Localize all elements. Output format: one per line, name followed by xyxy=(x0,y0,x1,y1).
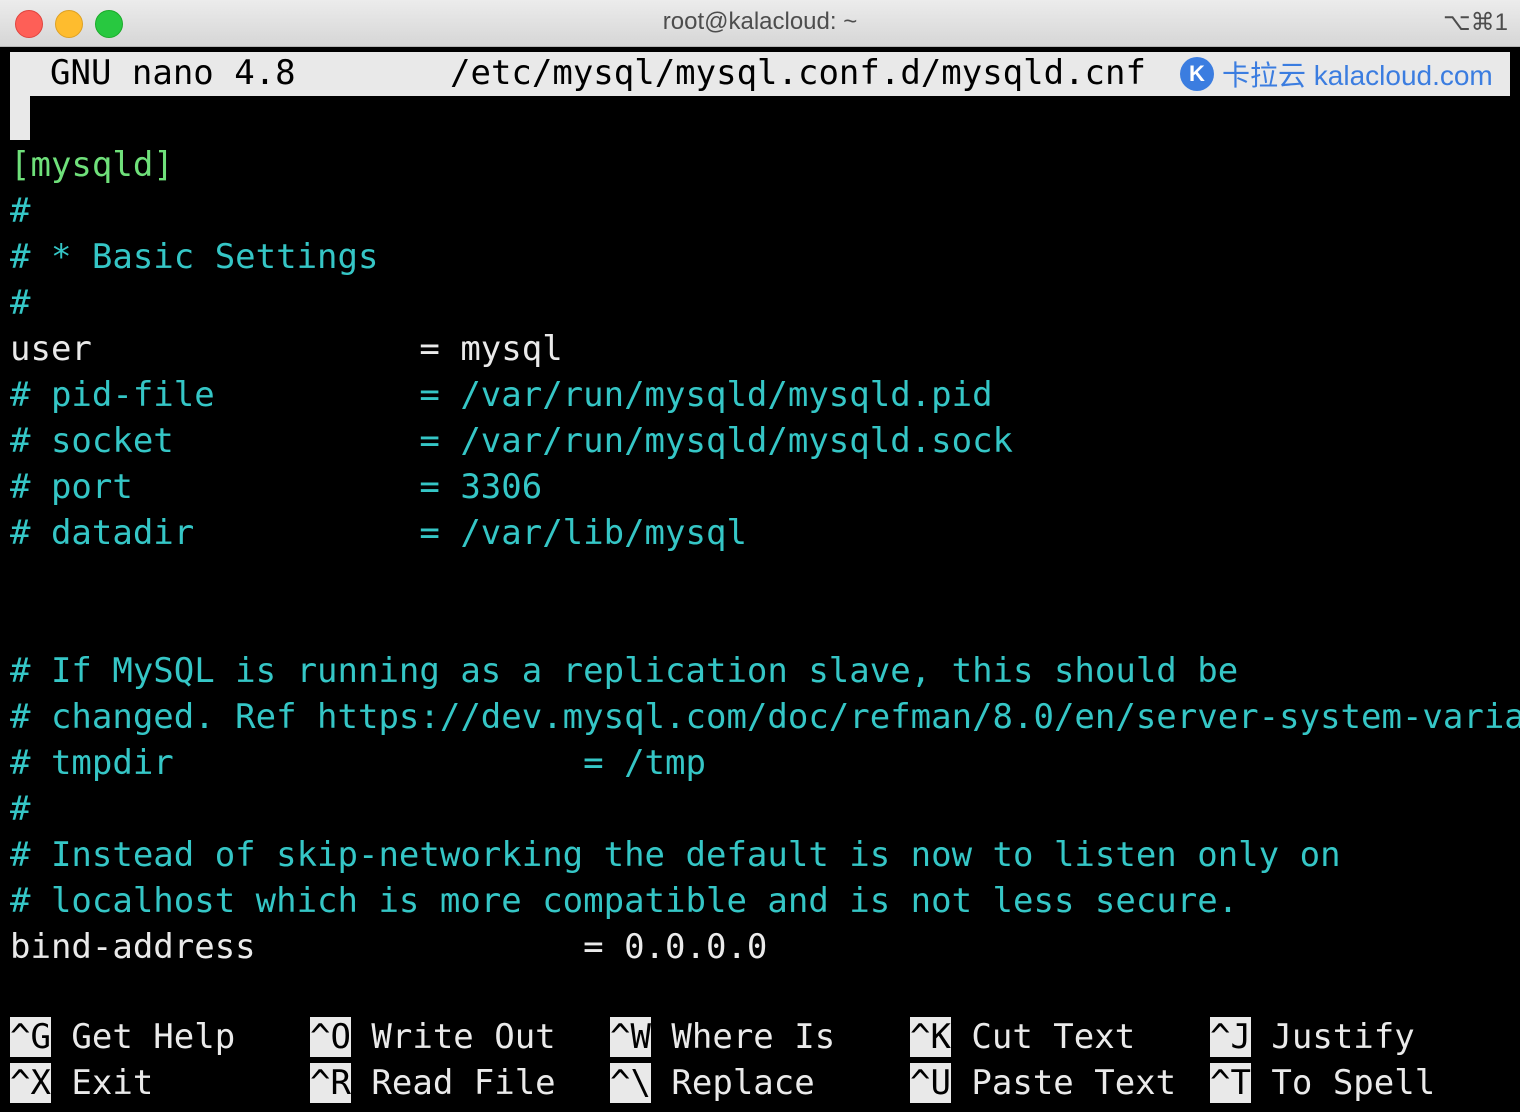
shortcut-item: ^U Paste Text xyxy=(910,1060,1176,1106)
watermark-text: 卡拉云 kalacloud.com xyxy=(1222,60,1493,91)
terminal-content[interactable]: GNU nano 4.8 /etc/mysql/mysql.conf.d/mys… xyxy=(10,52,1520,1108)
line-text: # datadir = /var/lib/mysql xyxy=(10,513,747,553)
line-text: [mysqld] xyxy=(10,145,174,185)
line-text: # port = 3306 xyxy=(10,467,543,507)
shortcut-label: Paste Text xyxy=(950,1063,1177,1103)
shortcut-item: ^O Write Out xyxy=(310,1014,556,1060)
editor-line[interactable]: # datadir = /var/lib/mysql xyxy=(10,510,747,556)
line-text: # Instead of skip-networking the default… xyxy=(10,835,1341,875)
line-text: # changed. Ref https://dev.mysql.com/doc… xyxy=(10,697,1520,737)
line-text: # pid-file = /var/run/mysqld/mysqld.pid xyxy=(10,375,993,415)
shortcut-item: ^W Where Is xyxy=(610,1014,835,1060)
shortcut-label: Read File xyxy=(350,1063,556,1103)
shortcut-item: ^J Justify xyxy=(1210,1014,1415,1060)
line-text: # tmpdir = /tmp xyxy=(10,743,706,783)
nano-version: GNU nano 4.8 xyxy=(50,53,296,93)
line-text: # xyxy=(10,283,31,323)
line-text: # localhost which is more compatible and… xyxy=(10,881,1239,921)
editor-line[interactable]: # xyxy=(10,280,30,326)
editor-line[interactable]: user = mysql xyxy=(10,326,563,372)
shortcut-item: ^K Cut Text xyxy=(910,1014,1135,1060)
shortcut-item: ^\ Replace xyxy=(610,1060,815,1106)
line-text: bind-address = 0.0.0.0 xyxy=(10,927,768,967)
shortcut-key: ^W xyxy=(610,1017,651,1057)
shortcut-label: Write Out xyxy=(350,1017,556,1057)
file-path: /etc/mysql/mysql.conf.d/mysqld.cnf xyxy=(450,53,1146,93)
shortcut-item: ^T To Spell xyxy=(1210,1060,1435,1106)
shortcut-key: ^X xyxy=(10,1063,51,1103)
shortcut-label: Replace xyxy=(650,1063,815,1103)
shortcut-key: ^O xyxy=(310,1017,351,1057)
terminal-window: root@kalacloud: ~ ⌥⌘1 GNU nano 4.8 /etc/… xyxy=(0,0,1520,1112)
editor-line[interactable]: bind-address = 0.0.0.0 xyxy=(10,924,767,970)
shortcut-label: Cut Text xyxy=(950,1017,1136,1057)
line-text: # If MySQL is running as a replication s… xyxy=(10,651,1239,691)
shortcut-item: ^R Read File xyxy=(310,1060,556,1106)
kalacloud-logo-icon: K xyxy=(1180,57,1214,91)
shortcut-key: ^G xyxy=(10,1017,51,1057)
text-cursor xyxy=(10,96,30,140)
title-bar[interactable]: root@kalacloud: ~ ⌥⌘1 xyxy=(0,0,1520,47)
editor-line[interactable]: # If MySQL is running as a replication s… xyxy=(10,648,1238,694)
watermark: K 卡拉云 kalacloud.com xyxy=(1180,56,1493,92)
line-text: # socket = /var/run/mysqld/mysqld.sock xyxy=(10,421,1014,461)
editor-line[interactable]: # pid-file = /var/run/mysqld/mysqld.pid xyxy=(10,372,993,418)
shortcut-label: Where Is xyxy=(650,1017,836,1057)
shortcut-key: ^\ xyxy=(610,1063,651,1103)
editor-line[interactable]: # localhost which is more compatible and… xyxy=(10,878,1238,924)
shortcut-label: Get Help xyxy=(50,1017,236,1057)
editor-line[interactable]: # changed. Ref https://dev.mysql.com/doc… xyxy=(10,694,1520,740)
window-title: root@kalacloud: ~ xyxy=(662,8,858,35)
window-shortcut: ⌥⌘1 xyxy=(1442,9,1508,36)
editor-line[interactable]: # xyxy=(10,188,30,234)
editor-line[interactable]: # xyxy=(10,786,30,832)
shortcut-item: ^G Get Help xyxy=(10,1014,235,1060)
shortcut-label: Exit xyxy=(50,1063,154,1103)
editor-line[interactable]: # * Basic Settings xyxy=(10,234,378,280)
shortcut-label: To Spell xyxy=(1250,1063,1436,1103)
editor-line[interactable]: [mysqld] xyxy=(10,142,174,188)
shortcut-key: ^T xyxy=(1210,1063,1251,1103)
editor-line[interactable]: # socket = /var/run/mysqld/mysqld.sock xyxy=(10,418,1013,464)
shortcut-key: ^J xyxy=(1210,1017,1251,1057)
line-text: user = mysql xyxy=(10,329,563,369)
shortcut-key: ^K xyxy=(910,1017,951,1057)
shortcut-label: Justify xyxy=(1250,1017,1415,1057)
shortcut-key: ^R xyxy=(310,1063,351,1103)
line-text: # * Basic Settings xyxy=(10,237,379,277)
line-text: # xyxy=(10,191,31,231)
line-text: # xyxy=(10,789,31,829)
shortcut-key: ^U xyxy=(910,1063,951,1103)
editor-line[interactable]: # Instead of skip-networking the default… xyxy=(10,832,1341,878)
editor-line[interactable]: # port = 3306 xyxy=(10,464,542,510)
shortcut-item: ^X Exit xyxy=(10,1060,153,1106)
nano-header: GNU nano 4.8 /etc/mysql/mysql.conf.d/mys… xyxy=(10,52,1510,96)
editor-line[interactable]: # tmpdir = /tmp xyxy=(10,740,706,786)
